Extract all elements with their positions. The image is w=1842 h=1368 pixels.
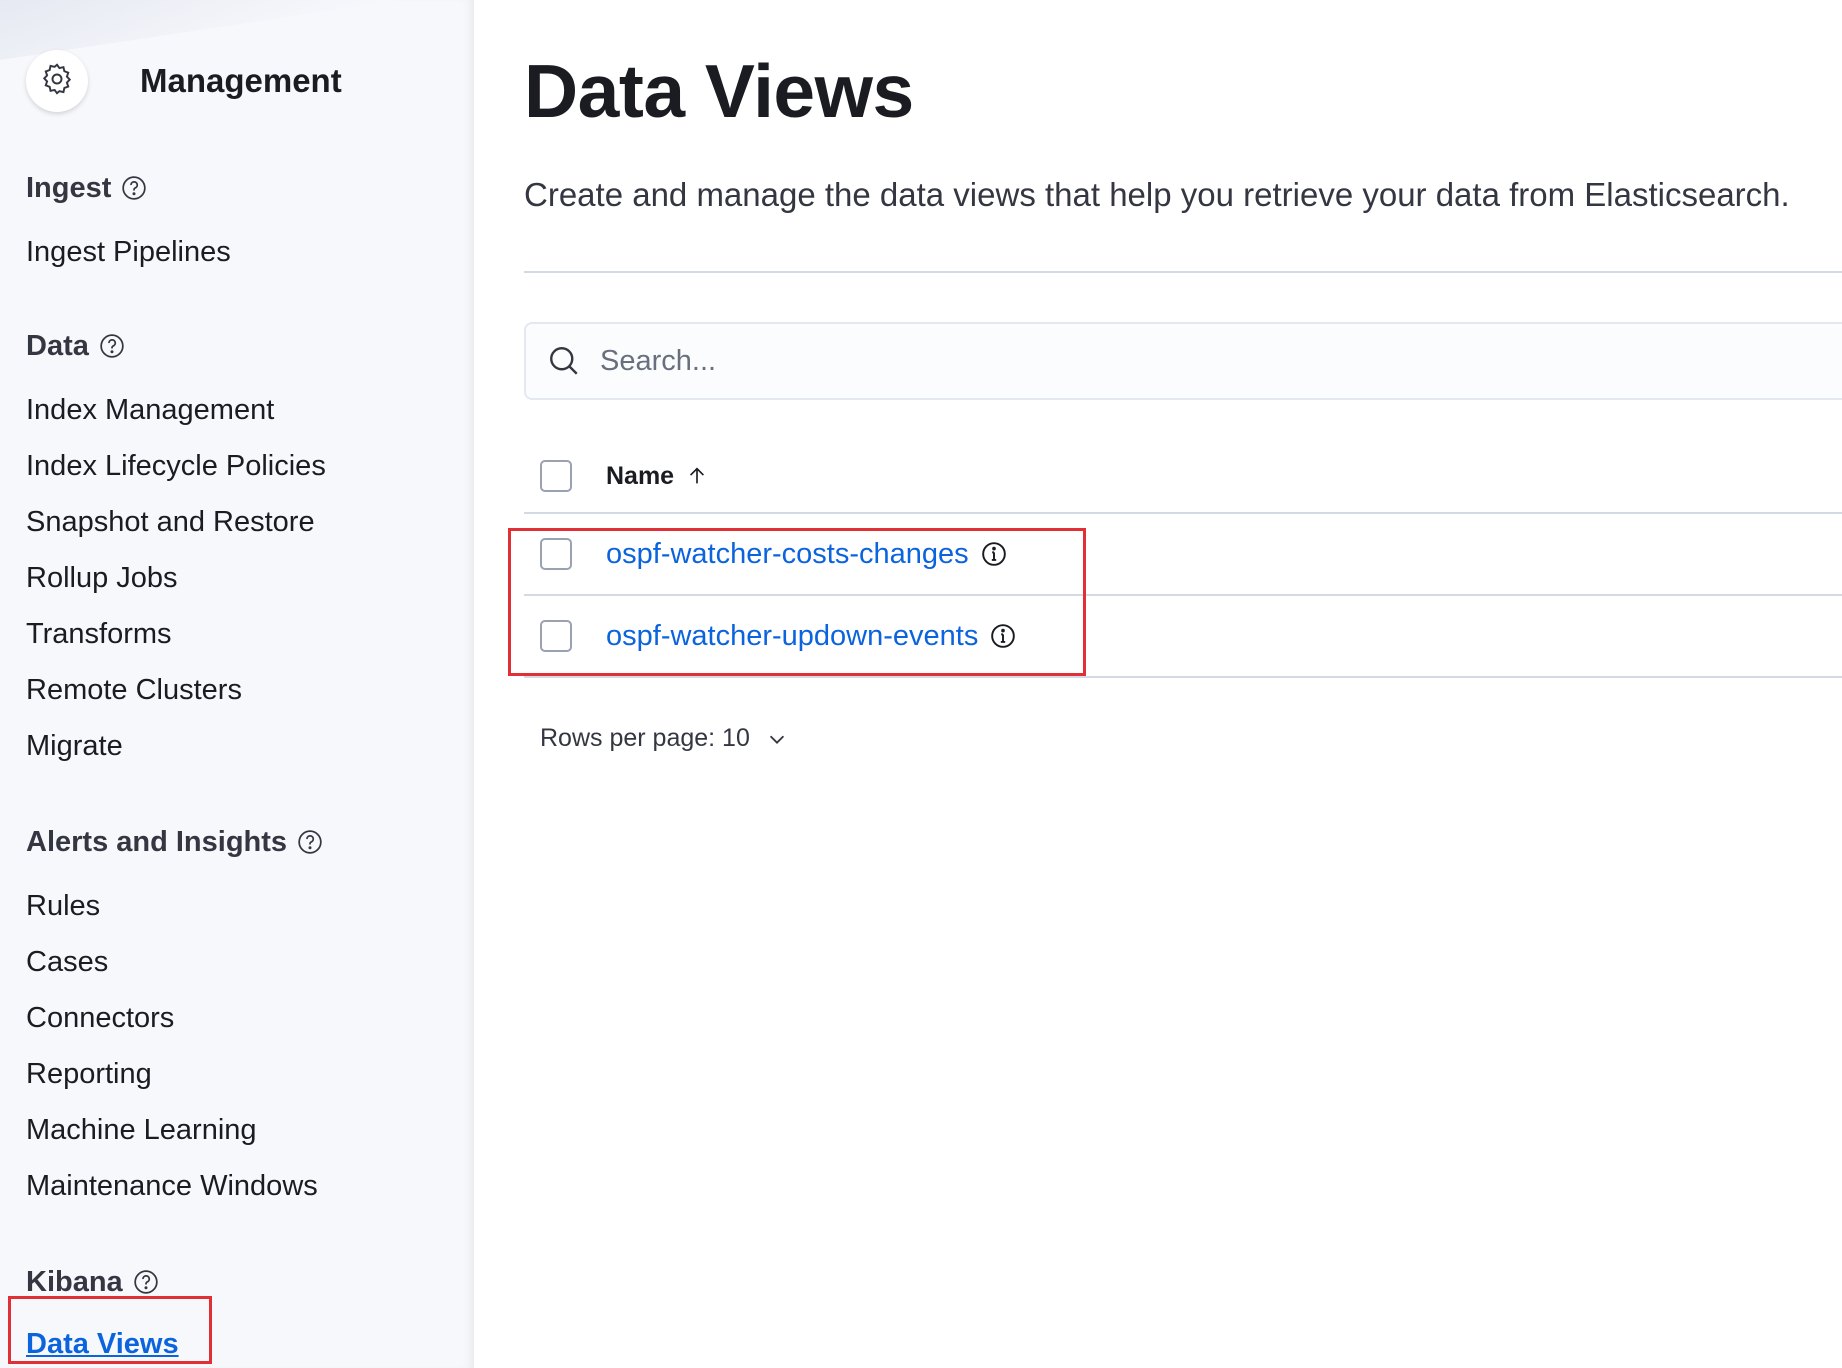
data-view-link[interactable]: ospf-watcher-costs-changes [606, 538, 969, 571]
chevron-down-icon [766, 728, 788, 750]
table-row: ospf-watcher-updown-events [524, 596, 1842, 678]
group-title-label: Ingest [26, 171, 112, 204]
group-title-kibana: Kibana [26, 1262, 179, 1302]
sidebar-item-remote-clusters[interactable]: Remote Clusters [26, 662, 326, 718]
search-bar[interactable] [524, 322, 1842, 400]
help-icon[interactable] [133, 1269, 159, 1295]
sidebar-item-snapshot-and-restore[interactable]: Snapshot and Restore [26, 494, 326, 550]
nav-group-kibana: Kibana Data Views [26, 1262, 179, 1368]
management-title: Management [140, 62, 342, 99]
management-header[interactable]: Management [26, 50, 342, 112]
help-icon[interactable] [297, 829, 323, 855]
sidebar-item-connectors[interactable]: Connectors [26, 990, 323, 1046]
help-icon[interactable] [99, 333, 125, 359]
group-title-label: Data [26, 329, 89, 362]
table-row: ospf-watcher-costs-changes [524, 514, 1842, 596]
sidebar-item-transforms[interactable]: Transforms [26, 606, 326, 662]
nav-group-data: Data Index Management Index Lifecycle Po… [26, 326, 326, 774]
help-icon[interactable] [121, 175, 147, 201]
sidebar-item-index-management[interactable]: Index Management [26, 382, 326, 438]
nav-group-ingest: Ingest Ingest Pipelines [26, 168, 231, 280]
info-icon[interactable] [981, 541, 1007, 567]
sidebar-item-cases[interactable]: Cases [26, 934, 323, 990]
page-title: Data Views [524, 49, 914, 133]
sort-up-arrow-icon [686, 465, 708, 487]
sidebar-item-ingest-pipelines[interactable]: Ingest Pipelines [26, 224, 231, 280]
gear-icon [39, 61, 75, 102]
search-icon [546, 343, 582, 379]
table-header-row: Name [524, 440, 1842, 514]
group-title-data: Data [26, 326, 326, 366]
page-description: Create and manage the data views that he… [524, 176, 1790, 213]
sidebar-item-migrate[interactable]: Migrate [26, 718, 326, 774]
rows-per-page-selector[interactable]: Rows per page: 10 [540, 724, 788, 753]
info-icon[interactable] [990, 623, 1016, 649]
group-title-ingest: Ingest [26, 168, 231, 208]
group-title-label: Alerts and Insights [26, 825, 288, 858]
management-icon-button[interactable] [26, 50, 88, 112]
divider [524, 271, 1842, 273]
rows-per-page-label: Rows per page: 10 [540, 724, 750, 752]
data-view-link[interactable]: ospf-watcher-updown-events [606, 620, 978, 653]
sidebar-item-data-views[interactable]: Data Views [26, 1316, 179, 1368]
select-all-checkbox[interactable] [540, 460, 572, 492]
sidebar: Management Ingest Ingest Pipelines Data [0, 0, 474, 1368]
data-views-table: Name ospf-watcher-costs-changes ospf-wat… [524, 440, 1842, 678]
sidebar-item-maintenance-windows[interactable]: Maintenance Windows [26, 1158, 323, 1214]
main-content: Data Views Create and manage the data vi… [474, 0, 1842, 1368]
column-header-label: Name [606, 461, 675, 490]
sidebar-item-rules[interactable]: Rules [26, 878, 323, 934]
sidebar-item-reporting[interactable]: Reporting [26, 1046, 323, 1102]
group-title-alerts-and-insights: Alerts and Insights [26, 822, 323, 862]
row-checkbox[interactable] [540, 620, 572, 652]
group-title-label: Kibana [26, 1265, 123, 1298]
search-input[interactable] [598, 343, 1502, 379]
sidebar-item-index-lifecycle-policies[interactable]: Index Lifecycle Policies [26, 438, 326, 494]
column-header-name[interactable]: Name [606, 462, 708, 491]
sidebar-item-machine-learning[interactable]: Machine Learning [26, 1102, 323, 1158]
nav-group-alerts-and-insights: Alerts and Insights Rules Cases Connecto… [26, 822, 323, 1214]
row-checkbox[interactable] [540, 538, 572, 570]
sidebar-item-rollup-jobs[interactable]: Rollup Jobs [26, 550, 326, 606]
